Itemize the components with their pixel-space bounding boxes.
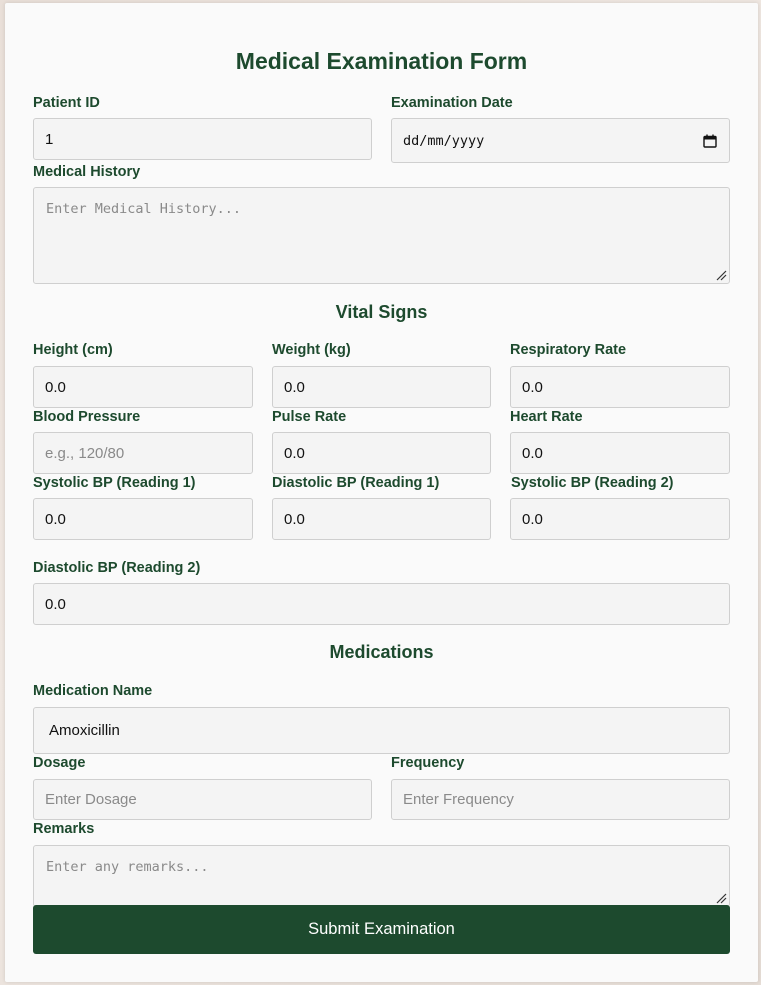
frequency-placeholder: Enter Frequency: [403, 791, 514, 808]
medication-name-value: Amoxicillin: [49, 722, 120, 739]
remarks-textarea[interactable]: Enter any remarks...: [33, 845, 730, 907]
exam-date-label: Examination Date: [391, 95, 513, 111]
medication-name-label: Medication Name: [33, 683, 153, 699]
diastolic-1-value: 0.0: [284, 510, 305, 528]
submit-button[interactable]: Submit Examination: [33, 905, 730, 954]
medical-history-placeholder: Enter Medical History...: [46, 201, 242, 217]
form-card: Medical Examination Form Patient ID 1 Ex…: [5, 3, 758, 982]
blood-pressure-placeholder: e.g., 120/80: [45, 444, 125, 462]
medical-history-textarea[interactable]: Enter Medical History...: [33, 187, 730, 284]
resize-handle-icon[interactable]: [716, 893, 727, 904]
pulse-rate-label: Pulse Rate: [272, 409, 347, 425]
exam-date-value: dd/mm/yyyy: [403, 132, 485, 149]
dosage-input[interactable]: Enter Dosage: [33, 779, 372, 820]
patient-id-input[interactable]: 1: [33, 118, 372, 160]
systolic-1-input[interactable]: 0.0: [33, 498, 253, 540]
heart-rate-input[interactable]: 0.0: [510, 432, 730, 474]
systolic-2-label: Systolic BP (Reading 2): [511, 475, 674, 491]
systolic-2-input[interactable]: 0.0: [510, 498, 730, 540]
exam-date-input[interactable]: dd/mm/yyyy: [391, 118, 730, 163]
height-label: Height (cm): [33, 342, 113, 358]
respiratory-rate-input[interactable]: 0.0: [510, 366, 730, 408]
height-input[interactable]: 0.0: [33, 366, 253, 408]
patient-id-label: Patient ID: [33, 95, 100, 111]
resize-handle-icon[interactable]: [716, 270, 727, 281]
remarks-placeholder: Enter any remarks...: [46, 859, 209, 875]
diastolic-1-input[interactable]: 0.0: [272, 498, 491, 540]
frequency-input[interactable]: Enter Frequency: [391, 779, 730, 820]
diastolic-2-input[interactable]: 0.0: [33, 583, 730, 625]
dosage-placeholder: Enter Dosage: [45, 791, 137, 808]
height-value: 0.0: [45, 378, 66, 396]
heart-rate-label: Heart Rate: [510, 409, 583, 425]
weight-label: Weight (kg): [272, 342, 351, 358]
dosage-label: Dosage: [33, 755, 86, 771]
weight-value: 0.0: [284, 378, 305, 396]
systolic-1-value: 0.0: [45, 510, 66, 528]
diastolic-2-label: Diastolic BP (Reading 2): [33, 560, 201, 576]
respiratory-rate-value: 0.0: [522, 378, 543, 396]
pulse-rate-value: 0.0: [284, 444, 305, 462]
medical-history-label: Medical History: [33, 164, 141, 180]
submit-button-label: Submit Examination: [308, 920, 455, 938]
medication-name-input[interactable]: Amoxicillin: [33, 707, 730, 754]
remarks-label: Remarks: [33, 821, 95, 837]
blood-pressure-label: Blood Pressure: [33, 409, 141, 425]
systolic-2-value: 0.0: [522, 510, 543, 528]
diastolic-1-label: Diastolic BP (Reading 1): [272, 475, 440, 491]
heart-rate-value: 0.0: [522, 444, 543, 462]
weight-input[interactable]: 0.0: [272, 366, 491, 408]
pulse-rate-input[interactable]: 0.0: [272, 432, 491, 474]
systolic-1-label: Systolic BP (Reading 1): [33, 475, 196, 491]
patient-id-value: 1: [45, 130, 54, 148]
respiratory-rate-label: Respiratory Rate: [510, 342, 627, 358]
vital-signs-heading: Vital Signs: [335, 302, 428, 322]
diastolic-2-value: 0.0: [45, 595, 66, 613]
frequency-label: Frequency: [391, 755, 465, 771]
calendar-icon[interactable]: [703, 134, 717, 148]
blood-pressure-input[interactable]: e.g., 120/80: [33, 432, 253, 474]
medications-heading: Medications: [329, 642, 434, 662]
page-title: Medical Examination Form: [235, 48, 528, 74]
